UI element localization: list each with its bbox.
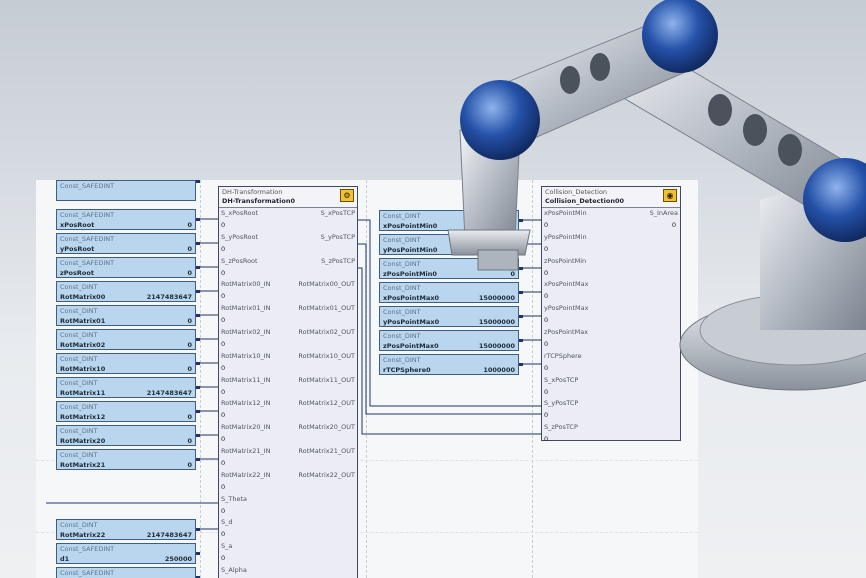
robot-arm-illustration (447, 0, 866, 391)
